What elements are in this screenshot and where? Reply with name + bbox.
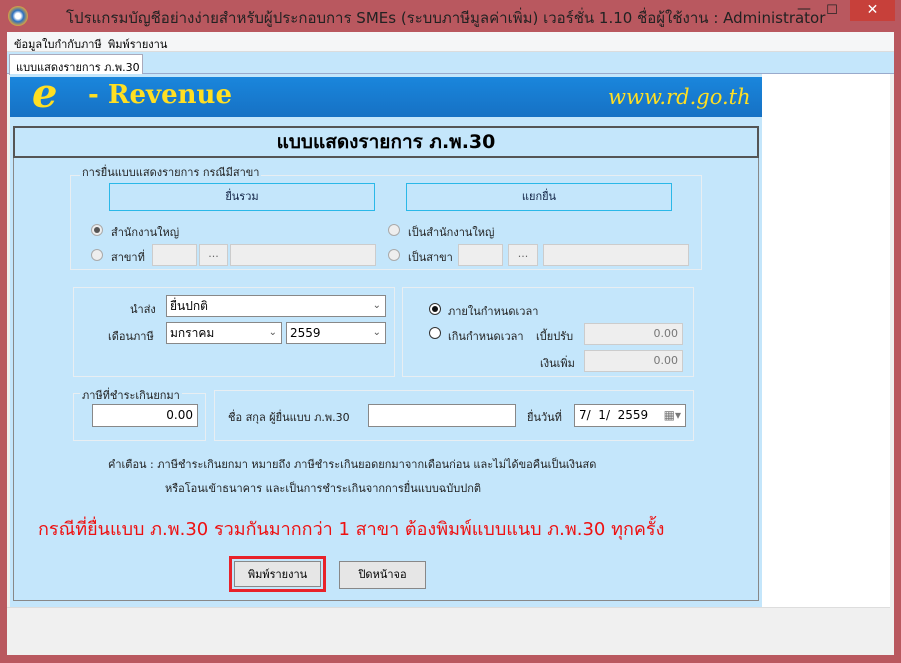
red-notice: กรณีที่ยื่นแบบ ภ.พ.30 รวมกันมากกว่า 1 สา…	[38, 519, 665, 540]
is-branch-name-input[interactable]	[543, 244, 689, 266]
branch-lookup-button[interactable]: ...	[199, 244, 228, 266]
past-deadline-radio[interactable]	[429, 327, 441, 339]
app-icon	[8, 6, 28, 26]
branch-name-input[interactable]	[230, 244, 376, 266]
within-deadline-radio[interactable]	[429, 303, 441, 315]
form-title: แบบแสดงรายการ ภ.พ.30	[13, 126, 759, 158]
maximize-button[interactable]: ☐	[818, 0, 846, 22]
surcharge-input[interactable]: 0.00	[584, 350, 683, 372]
is-head-office-radio[interactable]	[388, 224, 400, 236]
month-value: มกราคม	[170, 326, 215, 340]
branch-no-label: สาขาที่	[111, 251, 145, 264]
filer-input[interactable]	[368, 404, 516, 427]
close-button[interactable]: ✕	[850, 0, 895, 21]
penalty-label: เบี้ยปรับ	[536, 330, 574, 343]
file-date-value: 7/ 1/ 2559	[579, 408, 649, 422]
print-report-button[interactable]: พิมพ์รายงาน	[234, 561, 321, 587]
past-deadline-label: เกินกำหนดเวลา	[448, 330, 524, 343]
is-branch-no-input[interactable]	[458, 244, 503, 266]
year-value: 2559	[290, 326, 321, 340]
logo-e: e	[32, 70, 58, 117]
chevron-down-icon: ⌄	[372, 327, 381, 338]
month-select[interactable]: มกราคม ⌄	[166, 322, 282, 344]
branch-group-label: การยื่นแบบแสดงรายการ กรณีมีสาขา	[80, 163, 262, 181]
head-office-label: สำนักงานใหญ่	[111, 226, 180, 239]
is-head-office-label: เป็นสำนักงานใหญ่	[408, 226, 495, 239]
logo-revenue: - Revenue	[88, 80, 232, 110]
branch-no-radio[interactable]	[91, 249, 103, 261]
right-pane	[762, 74, 890, 607]
is-branch-radio[interactable]	[388, 249, 400, 261]
branch-no-input[interactable]	[152, 244, 197, 266]
menu-invoice-data[interactable]: ข้อมูลใบกำกับภาษี	[14, 35, 102, 53]
submit-type-select[interactable]: ยื่นปกติ ⌄	[166, 295, 386, 317]
submit-type-value: ยื่นปกติ	[170, 299, 208, 313]
carry-input[interactable]: 0.00	[92, 404, 198, 427]
penalty-input[interactable]: 0.00	[584, 323, 683, 345]
file-date-picker[interactable]: 7/ 1/ 2559 ▦▾	[574, 404, 686, 427]
tab-pp30[interactable]: แบบแสดงรายการ ภ.พ.30	[9, 54, 143, 75]
file-date-label: ยื่นวันที่	[527, 411, 562, 424]
carry-label: ภาษีที่ชำระเกินยกมา	[80, 386, 182, 404]
chevron-down-icon: ⌄	[372, 300, 381, 311]
submit-type-label: นำส่ง	[130, 303, 156, 316]
tax-month-label: เดือนภาษี	[108, 330, 154, 343]
year-select[interactable]: 2559 ⌄	[286, 322, 386, 344]
bottom-area	[7, 607, 890, 650]
surcharge-label: เงินเพิ่ม	[540, 357, 575, 370]
combined-filing-button[interactable]: ยื่นรวม	[109, 183, 375, 211]
filer-label: ชื่อ สกุล ผู้ยื่นแบบ ภ.พ.30	[228, 411, 350, 424]
minimize-button[interactable]: —	[790, 0, 818, 22]
warning-line-1: คำเตือน : ภาษีชำระเกินยกมา หมายถึง ภาษีช…	[108, 458, 597, 471]
head-office-radio[interactable]	[91, 224, 103, 236]
menu-print-report[interactable]: พิมพ์รายงาน	[108, 35, 167, 53]
within-deadline-label: ภายในกำหนดเวลา	[448, 305, 539, 318]
warning-line-2: หรือโอนเข้าธนาคาร และเป็นการชำระเกินจากก…	[165, 482, 482, 495]
is-branch-lookup-button[interactable]: ...	[508, 244, 538, 266]
separate-filing-button[interactable]: แยกยื่น	[406, 183, 672, 211]
close-screen-button[interactable]: ปิดหน้าจอ	[339, 561, 426, 589]
banner-url: www.rd.go.th	[608, 85, 751, 109]
calendar-icon[interactable]: ▦▾	[664, 407, 681, 423]
is-branch-label: เป็นสาขา	[408, 251, 453, 264]
window-title: โปรแกรมบัญชีอย่างง่ายสำหรับผู้ประกอบการ …	[66, 9, 826, 27]
chevron-down-icon: ⌄	[268, 327, 277, 338]
